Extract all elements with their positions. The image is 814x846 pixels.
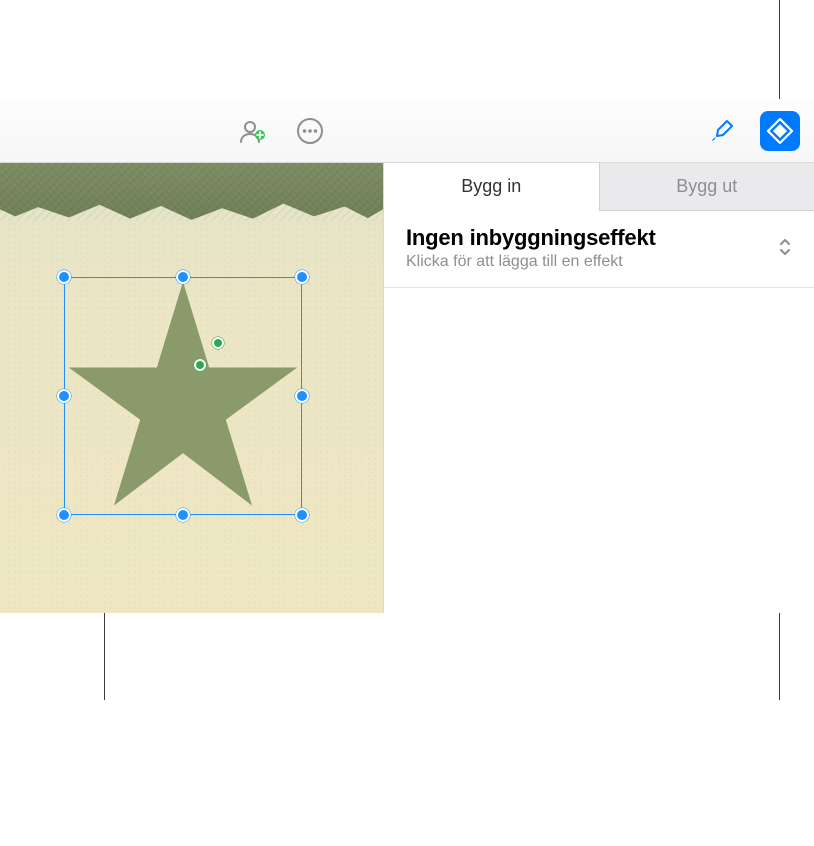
shape-control-handle-inner[interactable] [194,359,206,371]
tab-build-in-label: Bygg in [461,176,521,197]
shape-control-handle-outer[interactable] [212,337,224,349]
tab-build-out[interactable]: Bygg ut [599,163,814,210]
collaborate-button[interactable] [232,111,272,151]
chevron-up-down-icon [774,236,796,261]
animate-button[interactable] [760,111,800,151]
format-brush-icon [709,118,735,144]
effect-text-group: Ingen inbyggningseffekt Klicka för att l… [406,225,774,271]
more-icon [296,117,324,145]
effect-title: Ingen inbyggningseffekt [406,225,774,251]
content-area: Bygg in Bygg ut Ingen inbyggningseffekt … [0,163,814,613]
format-button[interactable] [702,111,742,151]
resize-handle-tl[interactable] [57,270,71,284]
tab-build-in[interactable]: Bygg in [384,163,599,210]
build-tabs: Bygg in Bygg ut [384,163,814,211]
resize-handle-bm[interactable] [176,508,190,522]
resize-handle-bl[interactable] [57,508,71,522]
more-button[interactable] [290,111,330,151]
resize-handle-ml[interactable] [57,389,71,403]
toolbar [0,99,814,163]
slide-canvas[interactable] [0,163,384,613]
star-shape[interactable] [64,277,302,515]
resize-handle-br[interactable] [295,508,309,522]
animate-inspector: Bygg in Bygg ut Ingen inbyggningseffekt … [384,163,814,613]
resize-handle-tr[interactable] [295,270,309,284]
effect-subtitle: Klicka för att lägga till en effekt [406,253,774,271]
callout-line-top [779,0,780,106]
resize-handle-tm[interactable] [176,270,190,284]
app-window: Bygg in Bygg ut Ingen inbyggningseffekt … [0,99,814,613]
animate-icon [765,116,795,146]
collaborate-icon [238,117,266,145]
resize-handle-mr[interactable] [295,389,309,403]
tab-build-out-label: Bygg ut [676,176,737,197]
effect-picker-row[interactable]: Ingen inbyggningseffekt Klicka för att l… [384,211,814,288]
selected-shape-star[interactable] [64,277,302,515]
